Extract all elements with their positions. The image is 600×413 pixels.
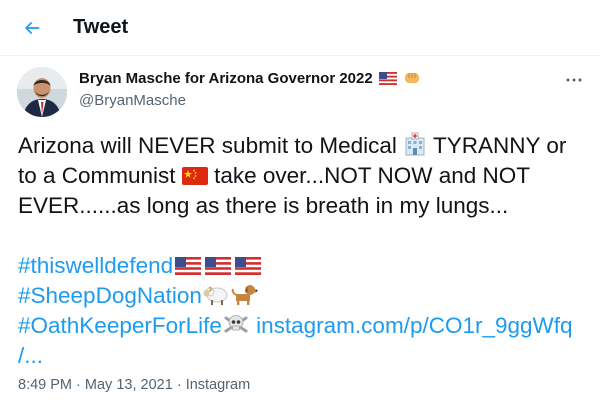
avatar[interactable] (17, 67, 67, 117)
author-handle[interactable]: @BryanMasche (79, 92, 186, 109)
more-horizontal-icon (566, 78, 582, 82)
meta-separator: · (176, 377, 182, 393)
us-flag-icon (175, 257, 202, 275)
tweet-date[interactable]: May 13, 2021 (85, 377, 173, 393)
page-title: Tweet (73, 16, 129, 38)
dog-icon (231, 285, 258, 305)
tweet-line: Arizona will NEVER submit to Medical TYR… (18, 131, 588, 161)
tweet-time[interactable]: 8:49 PM (18, 377, 72, 393)
tweet-text-segment: take over...NOT NOW and NOT (207, 163, 530, 188)
hospital-icon (405, 132, 425, 156)
sheep-icon (203, 286, 228, 305)
author-name-text: Bryan Masche for Arizona Governor 2022 (79, 70, 373, 87)
us-flags-emoji (173, 253, 263, 278)
tweet-line: #thiswelldefend (18, 251, 588, 281)
tweet-header: Tweet (0, 0, 600, 56)
meta-separator: · (76, 377, 81, 393)
us-flag-icon (235, 257, 262, 275)
tweet-source[interactable]: Instagram (186, 377, 250, 393)
skull-crossbones-icon (224, 315, 248, 333)
tweet-line: /... (18, 341, 588, 371)
china-flag-icon (181, 167, 208, 185)
fist-icon (405, 73, 420, 83)
more-options-button[interactable] (560, 66, 588, 94)
tweet-line: #SheepDogNation (18, 281, 588, 311)
us-flag-icon (205, 257, 232, 275)
external-link-continuation[interactable]: /... (18, 343, 43, 368)
tweet-text-segment: Arizona will NEVER submit to Medical (18, 133, 404, 158)
tweet-metadata: 8:49 PM · May 13, 2021 · Instagram (18, 377, 250, 393)
tweet-line: EVER......as long as there is breath in … (18, 193, 509, 218)
back-button[interactable] (13, 9, 51, 47)
external-link[interactable]: instagram.com/p/CO1r_9ggWfq (256, 313, 572, 338)
tweet-text: Arizona will NEVER submit to Medical TYR… (18, 131, 588, 371)
author-name[interactable]: Bryan Masche for Arizona Governor 2022 (79, 70, 420, 87)
tweet-line: to a Communist take over...NOT NOW and N… (18, 161, 588, 191)
tweet-line: #OathKeeperForLife instagram.com/p/CO1r_… (18, 311, 588, 341)
hashtag-link[interactable]: #OathKeeperForLife (18, 313, 222, 338)
tweet-text-segment: to a Communist (18, 163, 182, 188)
tweet-text-segment: TYRANNY or (427, 133, 567, 158)
hashtag-link[interactable]: #thiswelldefend (18, 253, 173, 278)
hashtag-link[interactable]: #SheepDogNation (18, 283, 202, 308)
us-flag-icon (378, 72, 397, 85)
arrow-left-icon (25, 22, 40, 34)
